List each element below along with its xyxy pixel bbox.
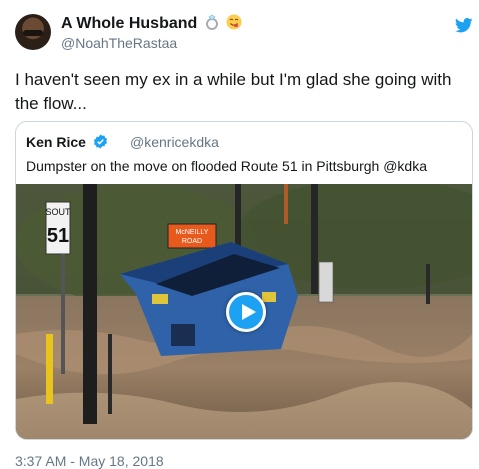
play-icon[interactable] xyxy=(226,292,266,332)
street-sign-line-2: ROAD xyxy=(182,238,202,245)
route-sign-direction: SOUT xyxy=(45,207,71,217)
quoted-author-name[interactable]: Ken Rice xyxy=(26,134,108,150)
ring-emoji xyxy=(205,14,218,30)
street-sign-line-1: McNEILLY xyxy=(176,229,209,236)
author-display-name[interactable]: A Whole Husband xyxy=(61,14,242,33)
quoted-tweet[interactable]: Ken Rice @kenricekdka Dumpster on the mo… xyxy=(15,121,473,440)
author-handle[interactable]: @NoahTheRastaa xyxy=(61,35,177,51)
tweet-text: I haven't seen my ex in a while but I'm … xyxy=(15,70,452,113)
tweet-card: A Whole Husband @NoahTheRastaa I haven't… xyxy=(0,0,479,469)
twitter-bird-icon[interactable] xyxy=(455,18,473,33)
verified-badge-icon xyxy=(93,134,107,149)
quoted-video-thumbnail[interactable]: SOUT 51 McNEILLY ROAD xyxy=(16,184,472,439)
quoted-author-name-text: Ken Rice xyxy=(26,134,86,150)
route-sign-number: 51 xyxy=(47,225,69,247)
quoted-tweet-text: Dumpster on the move on flooded Route 51… xyxy=(26,158,427,174)
quoted-author-handle[interactable]: @kenricekdka xyxy=(130,134,219,150)
tweet-timestamp[interactable]: 3:37 AM - May 18, 2018 xyxy=(15,453,164,469)
yum-face-emoji xyxy=(226,14,242,30)
author-display-name-text: A Whole Husband xyxy=(61,15,198,32)
author-avatar[interactable] xyxy=(15,14,51,50)
